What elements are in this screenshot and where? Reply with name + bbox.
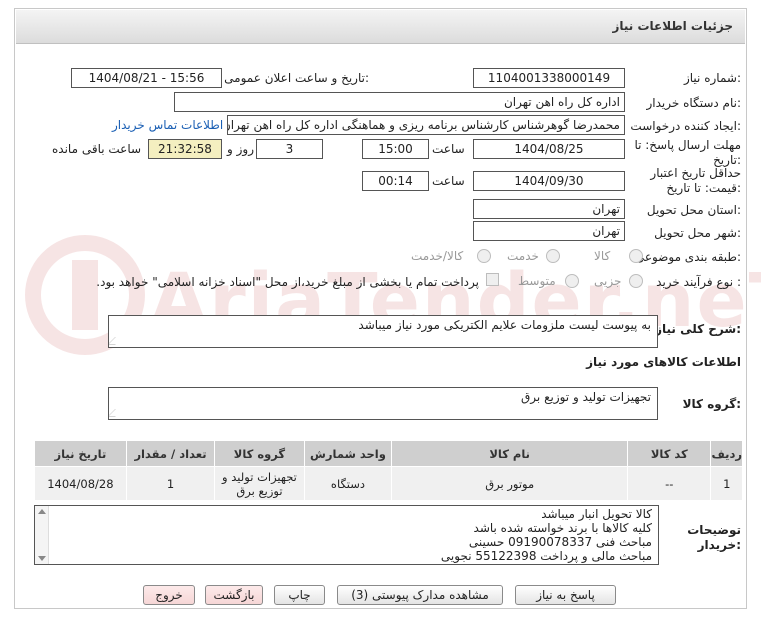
description-label: شرح کلی نیاز: (655, 322, 741, 336)
payment-note: پرداخت تمام یا بخشی از مبلغ خرید،از محل … (96, 275, 479, 289)
attachments-button[interactable]: مشاهده مدارک پیوستی (3) (337, 585, 503, 605)
resize-grip-icon (109, 337, 123, 345)
exit-button[interactable]: خروج (143, 585, 195, 605)
cell-date: 1404/08/28 (34, 466, 127, 501)
deadline-date-field: 1404/08/25 (473, 139, 625, 159)
validity-label-2: قیمت: تا تاریخ: (666, 181, 741, 195)
category-radio-service[interactable] (546, 249, 560, 263)
remaining-time-field: 21:32:58 (148, 139, 222, 159)
description-textarea[interactable]: به پیوست لیست ملزومات علایم الکتریکی مور… (108, 315, 658, 348)
category-option-goods: کالا (594, 249, 611, 263)
buyer-field: اداره کل راه اهن تهران (174, 92, 625, 112)
deadline-time-field: 15:00 (362, 139, 429, 159)
description-text: به پیوست لیست ملزومات علایم الکتریکی مور… (358, 318, 651, 332)
col-group: گروه کالا (214, 440, 305, 467)
table-header-row: ردیف کد کالا نام کالا واحد شمارش گروه کا… (34, 440, 743, 467)
goods-table: ردیف کد کالا نام کالا واحد شمارش گروه کا… (34, 440, 743, 501)
cell-name: موتور برق (391, 466, 629, 501)
process-option-minor: جزیی (594, 274, 622, 288)
buyer-notes-textarea[interactable]: کالا تحویل انبار میباشد کلیه کالاها با ب… (34, 505, 659, 565)
province-field: تهران (473, 199, 625, 219)
deadline-time-label: ساعت (432, 142, 465, 156)
goods-group-label: گروه کالا: (682, 397, 741, 411)
reply-button[interactable]: پاسخ به نیاز (515, 585, 616, 605)
col-qty: تعداد / مقدار (125, 440, 216, 467)
city-field: تهران (473, 221, 625, 241)
col-name: نام کالا (391, 440, 629, 467)
table-row: 1 -- موتور برق دستگاه تجهیزات تولید و تو… (34, 466, 743, 501)
buyer-note-line: کلیه کالاها با برند خواسته شده باشد (473, 521, 652, 535)
category-label: طبقه بندی موضوعی: (634, 250, 741, 264)
back-button[interactable]: بازگشت (205, 585, 263, 605)
buyer-note-line: مباحث فنی 09190078337 حسینی (468, 535, 652, 549)
need-number-field: 1104001338000149 (473, 68, 625, 88)
buyer-note-line: کالا تحویل انبار میباشد (541, 507, 652, 521)
goods-group-textarea[interactable]: تجهیزات تولید و توزیع برق (108, 387, 658, 420)
resize-grip-icon (109, 409, 123, 417)
col-code: کد کالا (627, 440, 712, 467)
province-label: استان محل تحویل: (646, 203, 741, 217)
cell-unit: دستگاه (303, 466, 393, 501)
category-radio-goods[interactable] (629, 249, 643, 263)
cell-qty: 1 (125, 466, 216, 501)
buyer-notes-label: توضیحات (687, 523, 741, 537)
process-label: نوع فرآیند خرید : (656, 275, 741, 289)
days-label: روز و (227, 142, 254, 156)
category-radio-goods-service[interactable] (477, 249, 491, 263)
print-button[interactable]: چاپ (274, 585, 325, 605)
scroll-down-icon[interactable] (38, 556, 46, 561)
buyer-contact-link[interactable]: اطلاعات تماس خریدار (112, 118, 223, 132)
city-label: شهر محل تحویل: (654, 226, 741, 240)
deadline-label-2: تاریخ: (713, 153, 741, 167)
goods-section-title: اطلاعات کالاهای مورد نیاز (586, 355, 741, 369)
announce-label: تاریخ و ساعت اعلان عمومی: (224, 71, 369, 85)
validity-time-field: 00:14 (362, 171, 429, 191)
validity-date-field: 1404/09/30 (473, 171, 625, 191)
page-header: جزئیات اطلاعات نیاز (16, 10, 745, 44)
buyer-label: نام دستگاه خریدار: (646, 96, 742, 110)
days-field: 3 (256, 139, 323, 159)
category-option-goods-service: کالا/خدمت (411, 249, 464, 263)
validity-label: حداقل تاریخ اعتبار (650, 166, 741, 180)
scroll-up-icon[interactable] (38, 509, 46, 514)
process-radio-minor[interactable] (629, 274, 643, 288)
cell-row: 1 (710, 466, 743, 501)
buyer-notes-label-2: خریدار: (697, 538, 741, 552)
page-title: جزئیات اطلاعات نیاز (612, 19, 733, 33)
validity-time-label: ساعت (432, 174, 465, 188)
col-date: تاریخ نیاز (34, 440, 127, 467)
category-option-service: خدمت (507, 249, 539, 263)
creator-field: محمدرضا گوهرشناس کارشناس برنامه ریزی و ه… (227, 115, 625, 135)
deadline-label: مهلت ارسال پاسخ: تا (634, 138, 741, 152)
col-row: ردیف (710, 440, 743, 467)
creator-label: ایجاد کننده درخواست: (630, 119, 741, 133)
col-unit: واحد شمارش (303, 440, 393, 467)
announce-field: 1404/08/21 - 15:56 (71, 68, 222, 88)
remaining-label: ساعت باقی مانده (52, 142, 142, 156)
process-option-medium: متوسط (518, 274, 556, 288)
cell-code: -- (627, 466, 712, 501)
buyer-note-line: مباحث مالی و پرداخت 55122398 نجویی (440, 549, 652, 563)
notes-scrollbar[interactable] (35, 506, 49, 564)
treasury-checkbox[interactable] (486, 273, 499, 286)
process-radio-medium[interactable] (565, 274, 579, 288)
cell-group: تجهیزات تولید و توزیع برق (214, 466, 305, 501)
need-number-label: شماره نیاز: (683, 71, 741, 85)
goods-group-text: تجهیزات تولید و توزیع برق (521, 390, 651, 404)
